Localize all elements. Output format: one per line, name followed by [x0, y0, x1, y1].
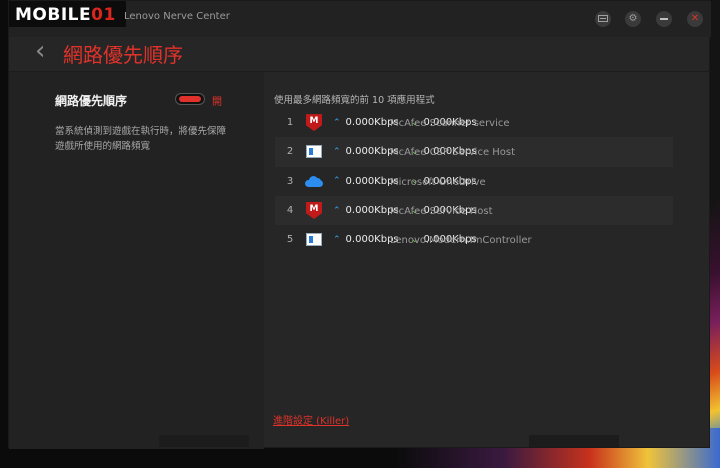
network-priority-toggle[interactable]: [175, 93, 205, 105]
top-apps-list: 1 M McAfee Scanner service ⌃ 0.000Kbps ⌄ 0…: [275, 108, 673, 254]
footer-notch-left: [159, 435, 249, 447]
row-number: 4: [286, 205, 294, 217]
toggle-knob: [179, 96, 201, 102]
chevron-up-icon: ⌃: [333, 205, 341, 216]
advanced-settings-link[interactable]: 進階設定 (Killer): [273, 412, 349, 427]
top-apps-title: 使用最多網路頻寬的前 10 項應用程式: [274, 95, 435, 106]
window-app-icon: [305, 231, 323, 249]
network-priority-description: 當系統偵測到遊戲在執行時，將優先保障遊戲所使用的網路頻寬: [55, 126, 227, 152]
watermark-brand-right: 01: [91, 5, 116, 25]
chevron-up-icon: ⌃: [333, 234, 341, 245]
chevron-up-icon: ⌃: [333, 146, 341, 157]
app-name: McAfee Service Host: [390, 205, 493, 217]
chevron-up-icon: ⌃: [333, 117, 341, 128]
list-item[interactable]: 4 M McAfee Service Host ⌃ 0.000Kbps ⌄ 0.00…: [275, 195, 673, 226]
row-number: 5: [286, 234, 294, 246]
app-name: Lenovo.Modern.ImController: [390, 235, 532, 247]
chat-icon[interactable]: [594, 10, 612, 28]
app-name: McAfee Scanner service: [390, 118, 510, 129]
app-name: McAfee CSP Service Host: [390, 147, 516, 159]
list-item[interactable]: 5 Lenovo.Modern.ImController ⌃ 0.000Kbps …: [275, 225, 673, 254]
row-number: 1: [286, 117, 294, 129]
chevron-left-icon[interactable]: ‹: [35, 38, 51, 64]
list-item[interactable]: 2 McAfee CSP Service Host ⌃ 0.000Kbps ⌄ 0.…: [275, 137, 673, 167]
close-icon[interactable]: ✕: [686, 10, 704, 28]
watermark-brand-left: MOBILE: [15, 5, 92, 25]
mcafee-icon: M: [305, 202, 323, 220]
app-window: MOBILE 01 Lenovo Nerve Center ⚙ ✕ ‹ 網路優先順…: [8, 0, 711, 449]
watermark-logo: MOBILE 01: [9, 1, 126, 27]
network-priority-label: 網路優先順序: [55, 94, 128, 108]
title-bar: MOBILE 01 Lenovo Nerve Center ⚙ ✕: [9, 1, 711, 37]
toggle-state-label: 開: [212, 97, 222, 108]
gear-icon[interactable]: ⚙: [624, 10, 642, 28]
settings-panel: 網路優先順序 開 當系統偵測到遊戲在執行時，將優先保障遊戲所使用的網路頻寬: [9, 72, 264, 449]
app-name: Lenovo Nerve Center: [124, 11, 230, 22]
footer-notch-right: [529, 435, 619, 447]
page-title: 網路優先順序: [63, 43, 183, 67]
list-item[interactable]: 3 Microsoft OneDrive ⌃ 0.000Kbps ⌄ 0.000Kb…: [275, 167, 673, 196]
window-app-icon: [305, 143, 323, 161]
app-name: Microsoft OneDrive: [390, 176, 486, 188]
chevron-up-icon: ⌃: [333, 176, 341, 187]
row-number: 2: [286, 146, 294, 158]
onedrive-cloud-icon: [305, 172, 323, 190]
mcafee-icon: M: [305, 114, 323, 132]
row-number: 3: [286, 175, 294, 187]
minimize-icon[interactable]: [655, 10, 673, 28]
list-item[interactable]: 1 M McAfee Scanner service ⌃ 0.000Kbps ⌄ 0…: [275, 108, 673, 137]
